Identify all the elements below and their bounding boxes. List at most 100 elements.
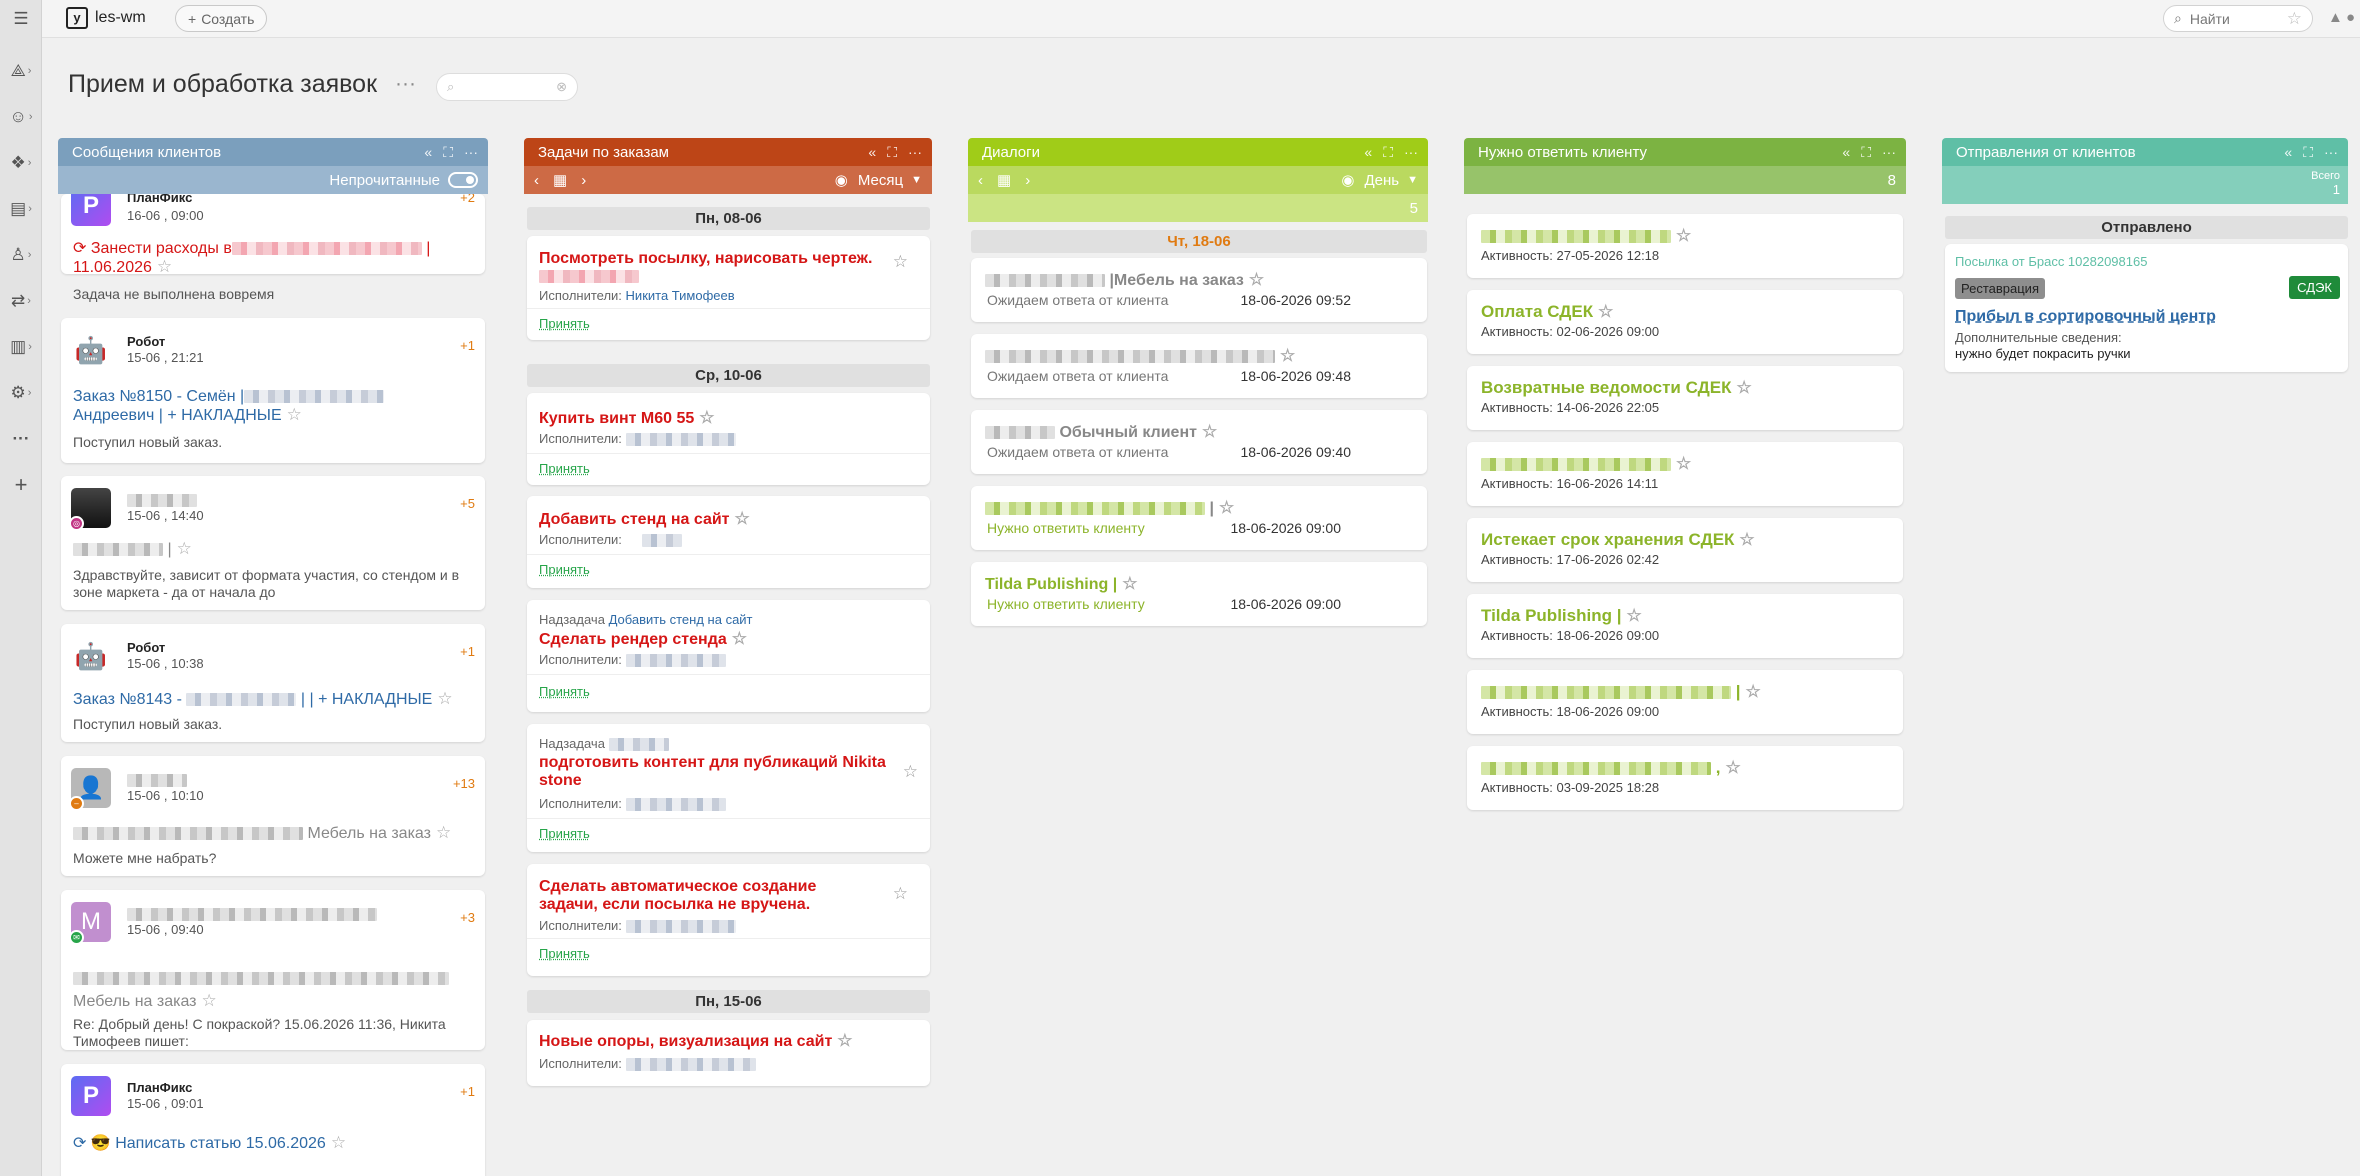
unread-toggle[interactable]: [448, 172, 478, 188]
message-card[interactable]: P ПланФикс 15-06 , 09:01 +1 ⟳ 😎 Написать…: [61, 1064, 485, 1176]
star-icon[interactable]: ☆: [202, 991, 217, 1010]
sidebar-item-reports[interactable]: ▥ ›: [0, 332, 42, 362]
star-icon[interactable]: ☆: [1626, 606, 1641, 625]
message-card[interactable]: 🤖 Робот 15-06 , 10:38 +1 Заказ №8143 - |…: [61, 624, 485, 742]
star-icon[interactable]: ☆: [732, 629, 747, 648]
parent-link[interactable]: Добавить стенд на сайт: [609, 612, 753, 627]
shipment-card[interactable]: Посылка от Брасс 10282098165 Реставрация…: [1945, 244, 2348, 372]
task-card[interactable]: Новые опоры, визуализация на сайт ☆ Испол…: [527, 1020, 930, 1086]
collapse-icon[interactable]: «: [868, 144, 876, 160]
collapse-icon[interactable]: «: [2284, 144, 2292, 160]
accept-link[interactable]: Принять: [539, 684, 590, 699]
message-card[interactable]: 🤖 Робот 15-06 , 21:21 +1 Заказ №8150 - С…: [61, 318, 485, 463]
more-icon[interactable]: ···: [908, 144, 922, 160]
shipment-status-link[interactable]: Прибыл в сортировочный центр: [1955, 308, 2216, 326]
performer-link[interactable]: Никита Тимофеев: [626, 288, 735, 303]
fullscreen-icon[interactable]: ⛶: [2303, 144, 2313, 161]
star-icon[interactable]: ☆: [436, 823, 451, 842]
next-icon[interactable]: ›: [1025, 172, 1030, 189]
accept-link[interactable]: Принять: [539, 316, 590, 331]
accept-link[interactable]: Принять: [539, 562, 590, 577]
dialog-card[interactable]: | ☆ Нужно ответить клиенту 18-06-2026 09:…: [971, 486, 1427, 550]
star-icon[interactable]: ☆: [1202, 422, 1217, 441]
star-icon[interactable]: ☆: [437, 689, 452, 708]
next-icon[interactable]: ›: [581, 172, 586, 189]
star-icon[interactable]: ☆: [735, 509, 750, 528]
task-card[interactable]: Сделать автоматическое создание задачи, …: [527, 864, 930, 976]
create-button[interactable]: + Создать: [175, 5, 268, 32]
prev-icon[interactable]: ‹: [978, 172, 983, 189]
sidebar-item-users[interactable]: ♙ ›: [0, 240, 42, 270]
sidebar-item-processes[interactable]: ⇄ ›: [0, 286, 42, 316]
message-card[interactable]: M ✉ 15-06 , 09:40 +3 Мебель на заказ ☆ Re…: [61, 890, 485, 1050]
star-icon[interactable]: ☆: [1249, 270, 1264, 289]
view-select[interactable]: День: [1365, 172, 1400, 189]
bell-icon[interactable]: ▲: [2328, 9, 2343, 26]
calendar-icon[interactable]: ▦: [553, 171, 567, 189]
reply-card[interactable]: Оплата СДЕК ☆ Активность: 02-06-2026 09:0…: [1467, 290, 1903, 354]
dialog-card[interactable]: Обычный клиент ☆ Ожидаем ответа от клиент…: [971, 410, 1427, 474]
reply-card[interactable]: ☆ Активность: 27-05-2026 12:18: [1467, 214, 1903, 278]
star-icon[interactable]: ☆: [177, 539, 192, 558]
dialog-card[interactable]: Tilda Publishing | ☆ Нужно ответить клиен…: [971, 562, 1427, 626]
star-icon[interactable]: ☆: [1676, 454, 1691, 473]
calendar-icon[interactable]: ▦: [997, 171, 1011, 189]
star-icon[interactable]: ☆: [1725, 758, 1740, 777]
reply-card[interactable]: Истекает срок хранения СДЕК ☆ Активность:…: [1467, 518, 1903, 582]
sidebar-item-projects[interactable]: ❖ ›: [0, 148, 42, 178]
global-search[interactable]: ⌕ Найти ☆: [2163, 5, 2313, 32]
task-card[interactable]: Надзадача Добавить стенд на сайт Сделать…: [527, 600, 930, 712]
sidebar-item-tasks[interactable]: ⟁ ›: [0, 56, 42, 86]
star-icon[interactable]: ☆: [331, 1133, 346, 1152]
dialog-card[interactable]: ☆ Ожидаем ответа от клиента 18-06-2026 0…: [971, 334, 1427, 398]
collapse-icon[interactable]: «: [1364, 144, 1372, 160]
star-icon[interactable]: ☆: [1122, 574, 1137, 593]
eye-icon[interactable]: ◉: [1341, 171, 1354, 189]
menu-icon[interactable]: ☰: [0, 4, 42, 34]
fullscreen-icon[interactable]: ⛶: [1861, 144, 1871, 161]
star-icon[interactable]: ☆: [699, 408, 714, 427]
star-icon[interactable]: ☆: [1280, 346, 1295, 365]
accept-link[interactable]: Принять: [539, 946, 590, 961]
message-card[interactable]: ◎ 15-06 , 14:40 +5 | ☆ Здравствуйте, зави…: [61, 476, 485, 610]
prev-icon[interactable]: ‹: [534, 172, 539, 189]
star-icon[interactable]: ☆: [2287, 9, 2302, 29]
star-icon[interactable]: ☆: [1746, 682, 1761, 701]
fullscreen-icon[interactable]: ⛶: [887, 144, 897, 161]
title-more-icon[interactable]: ···: [395, 72, 416, 96]
star-icon[interactable]: ☆: [837, 1031, 852, 1050]
task-card[interactable]: Добавить стенд на сайт ☆ Исполнители: При…: [527, 496, 930, 588]
task-card[interactable]: Купить винт М60 55 ☆ Исполнители: Принять: [527, 393, 930, 485]
reply-card[interactable]: | ☆ Активность: 18-06-2026 09:00: [1467, 670, 1903, 734]
reply-card[interactable]: Возвратные ведомости СДЕК ☆ Активность: 1…: [1467, 366, 1903, 430]
star-icon[interactable]: ☆: [903, 762, 918, 782]
reply-card[interactable]: , ☆ Активность: 03-09-2025 18:28: [1467, 746, 1903, 810]
more-icon[interactable]: ···: [1882, 144, 1896, 160]
task-card[interactable]: Надзадача подготовить контент для публик…: [527, 724, 930, 852]
sidebar-item-documents[interactable]: ▤ ›: [0, 194, 42, 224]
star-icon[interactable]: ☆: [893, 884, 908, 904]
sidebar-item-contacts[interactable]: ☺ ›: [0, 102, 42, 132]
accept-link[interactable]: Принять: [539, 461, 590, 476]
star-icon[interactable]: ☆: [1676, 226, 1691, 245]
star-icon[interactable]: ☆: [287, 405, 302, 424]
collapse-icon[interactable]: «: [424, 144, 432, 160]
eye-icon[interactable]: ◉: [835, 171, 848, 189]
add-icon[interactable]: +: [0, 470, 42, 500]
star-icon[interactable]: ☆: [1736, 378, 1751, 397]
message-card[interactable]: 👤 – 15-06 , 10:10 +13 Мебель на заказ ☆ М…: [61, 756, 485, 876]
sidebar-item-integrations[interactable]: ⚙ ›: [0, 378, 42, 408]
collapse-icon[interactable]: «: [1842, 144, 1850, 160]
app-logo[interactable]: y les-wm: [66, 7, 146, 29]
more-icon[interactable]: ···: [2324, 144, 2338, 160]
star-icon[interactable]: ☆: [1739, 530, 1754, 549]
view-select[interactable]: Месяц: [858, 172, 903, 189]
clear-icon[interactable]: ⊗: [556, 79, 567, 95]
star-icon[interactable]: ☆: [1219, 498, 1234, 517]
accept-link[interactable]: Принять: [539, 826, 590, 841]
fullscreen-icon[interactable]: ⛶: [1383, 144, 1393, 161]
more-icon[interactable]: ···: [0, 424, 42, 454]
star-icon[interactable]: ☆: [1598, 302, 1613, 321]
task-card[interactable]: Посмотреть посылку, нарисовать чертеж. ☆…: [527, 236, 930, 340]
reply-card[interactable]: ☆ Активность: 16-06-2026 14:11: [1467, 442, 1903, 506]
